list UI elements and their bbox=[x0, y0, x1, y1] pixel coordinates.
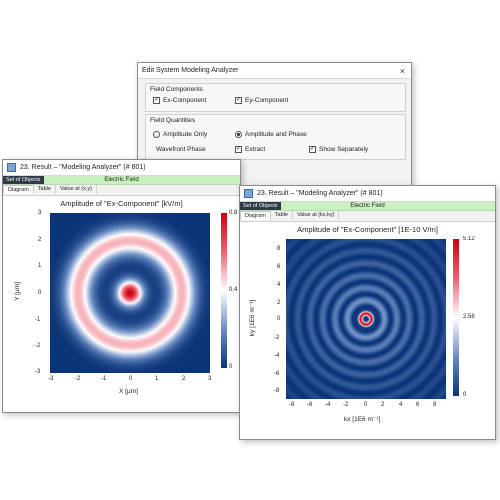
result-window-titlebar[interactable]: 23. Result – "Modeling Analyzer" (# 801) bbox=[240, 186, 495, 202]
amplitude-only-radio[interactable]: Amplitude Only bbox=[153, 131, 207, 138]
y-tick: -4 bbox=[274, 353, 280, 359]
y-tick: -2 bbox=[274, 335, 280, 341]
y-tick: 2 bbox=[38, 237, 42, 243]
y-tick: -1 bbox=[35, 317, 41, 323]
x-tick: -1 bbox=[101, 376, 107, 382]
cbar-tick: 0.8 bbox=[229, 210, 238, 216]
x-tick: 0 bbox=[129, 376, 133, 382]
y-tick: 4 bbox=[277, 282, 281, 288]
x-tick: -4 bbox=[325, 402, 331, 408]
x-tick: 0 bbox=[364, 402, 368, 408]
result-window-icon bbox=[244, 189, 253, 198]
x-tick: 8 bbox=[433, 402, 437, 408]
show-separately-label: Show Separately bbox=[319, 146, 369, 153]
electric-field-label: Electric Field bbox=[350, 203, 385, 209]
extract-checkbox[interactable]: ✓ Extract bbox=[235, 146, 265, 153]
amplitude-only-label: Amplitude Only bbox=[163, 131, 208, 138]
ey-component-checkbox[interactable]: ✓ Ey-Component bbox=[235, 97, 288, 104]
y-tick: -3 bbox=[35, 369, 41, 375]
x-tick: -2 bbox=[343, 402, 349, 408]
checkbox-checked-icon: ✓ bbox=[153, 97, 160, 104]
result-tabs: Diagram Table Value at (kx,ky) bbox=[240, 211, 495, 220]
y-tick: 6 bbox=[277, 264, 281, 270]
y-tick: 3 bbox=[38, 210, 42, 216]
y-tick: -2 bbox=[35, 343, 41, 349]
x-tick: -6 bbox=[307, 402, 313, 408]
y-tick: 1 bbox=[38, 263, 42, 269]
cbar-tick: 5.12 bbox=[463, 236, 475, 242]
chart-title: Amplitude of "Ex-Component" [kV/m] bbox=[60, 199, 183, 208]
x-tick: 4 bbox=[399, 402, 403, 408]
wavefront-phase-label: Wavefront Phase bbox=[156, 146, 206, 153]
x-tick: 3 bbox=[208, 376, 212, 382]
result-window-icon bbox=[7, 163, 16, 172]
x-tick: -3 bbox=[48, 376, 54, 382]
amplitude-and-phase-radio[interactable]: Amplitude and Phase bbox=[235, 131, 307, 138]
x-axis-label: kx [1E6 m⁻¹] bbox=[344, 416, 381, 423]
x-tick: 2 bbox=[381, 402, 385, 408]
y-tick: -6 bbox=[274, 371, 280, 377]
y-tick: 0 bbox=[38, 290, 42, 296]
ey-component-label: Ey-Component bbox=[245, 97, 289, 104]
result-window-spatial: 23. Result – "Modeling Analyzer" (# 801)… bbox=[2, 159, 241, 413]
y-axis-label: ky [1E6 m⁻¹] bbox=[249, 299, 257, 337]
tab-table[interactable]: Table bbox=[271, 211, 293, 220]
y-axis-label: Y [µm] bbox=[13, 282, 21, 301]
show-separately-checkbox[interactable]: ✓ Show Separately bbox=[309, 146, 368, 153]
dialog-titlebar[interactable]: Edit System Modeling Analyzer × bbox=[138, 63, 411, 79]
field-components-group: Field Components ✓ Ex-Component ✓ Ey-Com… bbox=[145, 83, 406, 112]
x-axis-label: X [µm] bbox=[119, 388, 138, 395]
cbar-tick: 0 bbox=[229, 364, 233, 370]
heatmap-plot[interactable] bbox=[286, 239, 446, 399]
checkbox-checked-icon: ✓ bbox=[309, 146, 316, 153]
x-tick: 1 bbox=[155, 376, 159, 382]
y-tick: 0 bbox=[277, 316, 281, 322]
y-tick: -8 bbox=[274, 388, 280, 394]
amplitude-and-phase-label: Amplitude and Phase bbox=[245, 131, 307, 138]
close-icon[interactable]: × bbox=[400, 66, 405, 76]
dialog-title: Edit System Modeling Analyzer bbox=[142, 67, 239, 74]
chart-title: Amplitude of "Ex-Component" [1E-10 V/m] bbox=[297, 225, 438, 234]
checkbox-checked-icon: ✓ bbox=[235, 146, 242, 153]
field-components-title: Field Components bbox=[150, 86, 203, 93]
ex-component-checkbox[interactable]: ✓ Ex-Component bbox=[153, 97, 206, 104]
diagram-area: Amplitude of "Ex-Component" [1E-10 V/m] … bbox=[240, 221, 495, 439]
extract-label: Extract bbox=[245, 146, 266, 153]
checkbox-checked-icon: ✓ bbox=[235, 97, 242, 104]
x-tick: -8 bbox=[289, 402, 295, 408]
colorbar bbox=[453, 239, 459, 396]
result-window-title: 23. Result – "Modeling Analyzer" (# 801) bbox=[20, 164, 146, 171]
cbar-tick: 2.56 bbox=[463, 314, 475, 320]
diagram-area: Amplitude of "Ex-Component" [kV/m] 0.8 0… bbox=[3, 195, 240, 412]
x-tick: 2 bbox=[182, 376, 186, 382]
ex-component-label: Ex-Component bbox=[163, 97, 207, 104]
y-tick: 8 bbox=[277, 246, 281, 252]
object-bar: Set of Objects Electric Field bbox=[240, 202, 495, 211]
colorbar bbox=[221, 213, 227, 368]
radio-selected-icon bbox=[235, 131, 242, 138]
result-window-spectral: 23. Result – "Modeling Analyzer" (# 801)… bbox=[239, 185, 496, 440]
tab-diagram[interactable]: Diagram bbox=[3, 185, 34, 194]
y-tick: 2 bbox=[277, 300, 281, 306]
x-tick: 6 bbox=[416, 402, 420, 408]
tab-value-at[interactable]: Value at (kx,ky) bbox=[293, 211, 340, 220]
heatmap-plot[interactable] bbox=[50, 213, 210, 373]
tab-value-at[interactable]: Value at (x,y) bbox=[56, 185, 97, 194]
object-bar: Set of Objects Electric Field bbox=[3, 176, 240, 185]
tab-table[interactable]: Table bbox=[34, 185, 56, 194]
field-quantities-group: Field Quantities Amplitude Only Amplitud… bbox=[145, 114, 406, 160]
tab-diagram[interactable]: Diagram bbox=[240, 211, 271, 220]
result-window-titlebar[interactable]: 23. Result – "Modeling Analyzer" (# 801) bbox=[3, 160, 240, 176]
cbar-tick: 0.4 bbox=[229, 287, 238, 293]
result-tabs: Diagram Table Value at (x,y) bbox=[3, 185, 240, 194]
result-window-title: 23. Result – "Modeling Analyzer" (# 801) bbox=[257, 190, 383, 197]
electric-field-label: Electric Field bbox=[104, 177, 139, 183]
cbar-tick: 0 bbox=[463, 392, 467, 398]
x-tick: -2 bbox=[75, 376, 81, 382]
field-quantities-title: Field Quantities bbox=[150, 117, 196, 124]
radio-unselected-icon bbox=[153, 131, 160, 138]
